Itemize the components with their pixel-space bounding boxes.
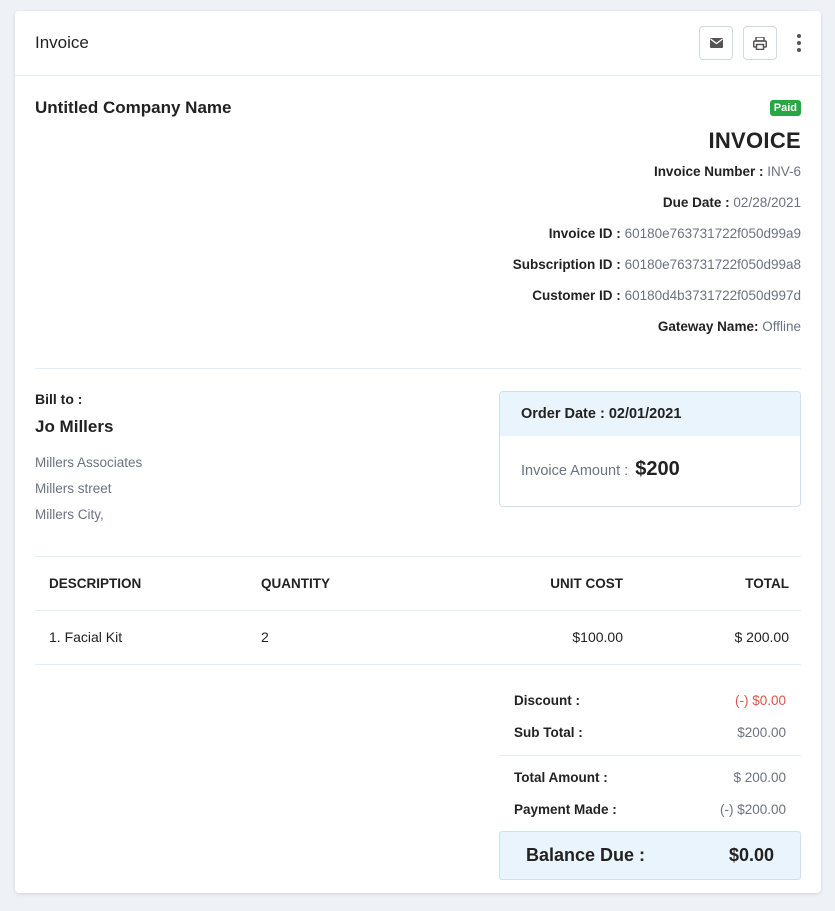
items-table: DESCRIPTION QUANTITY UNIT COST TOTAL 1. … [35,557,801,665]
total-amount-row: Total Amount : $ 200.00 [514,770,786,785]
invoice-id-row: Invoice ID : 60180e763731722f050d99a9 [548,226,801,241]
invoice-amount: Invoice Amount : $200 [521,458,680,480]
due-date-row: Due Date : 02/28/2021 [662,195,801,210]
item-description: 1. Facial Kit [35,610,261,665]
balance-due: Balance Due : $0.00 [499,831,801,880]
header-actions [689,26,801,60]
column-header: DESCRIPTION [35,557,261,611]
address-line: Millers street [35,481,112,496]
envelope-icon [709,38,723,48]
address-line: Millers Associates [35,455,143,470]
bill-to-label: Bill to : [35,391,83,407]
address-line: Millers City, [35,507,104,522]
order-summary-box: Order Date : 02/01/2021 Invoice Amount :… [499,391,801,507]
table-row: 1. Facial Kit 2 $100.00 $ 200.00 [35,610,801,665]
totals-panel: Discount : (-) $0.00 Sub Total : $200.00 T… [499,685,801,880]
invoice-header-section: Untitled Company Name Paid INVOICE Invoi… [35,76,801,369]
divider [499,755,801,756]
bill-section: Bill to : Jo Millers Millers Associates … [35,369,801,557]
printer-icon [753,36,767,50]
balance-due-value: $0.00 [728,845,774,865]
invoice-meta: Invoice Number : INV-6 Due Date : 02/28/… [513,162,801,348]
status-badge: Paid [769,100,801,116]
column-header: QUANTITY [261,557,431,611]
more-vertical-icon[interactable] [789,26,809,60]
item-unit-cost: $100.00 [431,610,623,665]
print-button[interactable] [743,26,777,60]
order-date: Order Date : 02/01/2021 [500,392,800,436]
item-quantity: 2 [261,610,431,665]
invoice-amount-value: $200 [635,458,680,480]
column-header: UNIT COST [431,557,623,611]
subtotal-row: Sub Total : $200.00 [514,725,786,740]
customer-id-row: Customer ID : 60180d4b3731722f050d997d [532,288,801,303]
company-name: Untitled Company Name [35,98,232,117]
invoice-card: Invoice Untitled Company Name Paid INVOI… [15,11,821,893]
customer-name: Jo Millers [35,417,114,436]
gateway-name-row: Gateway Name: Offline [657,319,801,334]
email-button[interactable] [699,26,733,60]
page-title: Invoice [35,33,89,52]
column-header: TOTAL [623,557,801,611]
item-total: $ 200.00 [623,610,801,665]
card-header: Invoice [15,11,821,76]
subscription-id-row: Subscription ID : 60180e763731722f050d99… [512,257,801,272]
balance-due-label: Balance Due : [526,845,646,865]
invoice-number-row: Invoice Number : INV-6 [653,164,801,179]
table-header-row: DESCRIPTION QUANTITY UNIT COST TOTAL [35,557,801,611]
invoice-title: INVOICE [708,128,801,153]
payment-made-row: Payment Made : (-) $200.00 [514,802,786,817]
discount-row: Discount : (-) $0.00 [514,693,786,708]
